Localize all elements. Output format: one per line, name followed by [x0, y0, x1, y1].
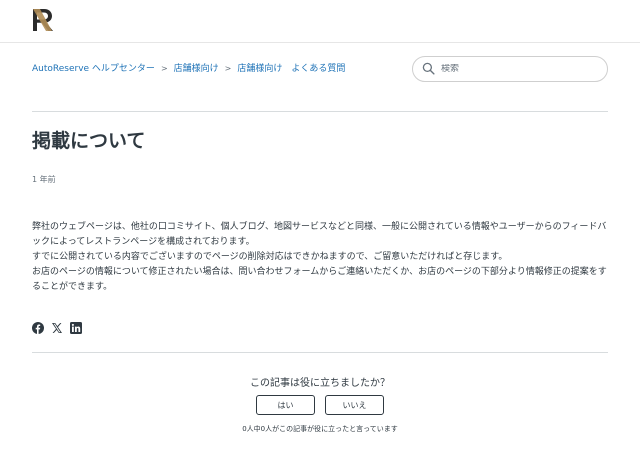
vote-buttons: はい いいえ — [256, 395, 384, 415]
breadcrumb-item-help-center[interactable]: AutoReserve ヘルプセンター — [32, 63, 155, 75]
vote-count: 0人中0人がこの記事が役に立ったと言っています — [242, 425, 398, 433]
article-body: 弊社のウェブページは、他社の口コミサイト、個人ブログ、地図サービスなどと同様、一… — [32, 220, 608, 295]
vote-question: この記事は役に立ちましたか？ — [250, 378, 390, 389]
divider — [32, 352, 608, 353]
x-icon[interactable] — [51, 322, 63, 334]
article-title: 掲載について — [32, 130, 146, 152]
article-paragraph: 弊社のウェブページは、他社の口コミサイト、個人ブログ、地図サービスなどと同様、一… — [32, 222, 607, 247]
search-input[interactable] — [441, 64, 601, 74]
share-links — [32, 322, 82, 334]
search-box[interactable] — [412, 56, 608, 82]
linkedin-icon[interactable] — [70, 322, 82, 334]
breadcrumb-separator: > — [160, 64, 168, 73]
vote-no-button[interactable]: いいえ — [325, 395, 384, 415]
facebook-icon[interactable] — [32, 322, 44, 334]
vote-yes-button[interactable]: はい — [256, 395, 315, 415]
search-icon — [422, 60, 435, 79]
article-paragraph: すでに公開されている内容でございますのでページの削除対応はできかねますので、ご留… — [32, 252, 508, 262]
site-header — [0, 0, 640, 43]
breadcrumb-item-store-faq[interactable]: 店舗様向け よくある質問 — [237, 63, 345, 75]
autoreserve-logo-icon[interactable] — [31, 7, 59, 33]
article-paragraph: お店のページの情報について修正されたい場合は、問い合わせフォームからご連絡いただ… — [32, 267, 607, 292]
breadcrumb-separator: > — [224, 64, 232, 73]
article-timestamp: 1 年前 — [32, 175, 56, 184]
breadcrumb-item-for-stores[interactable]: 店舗様向け — [174, 63, 219, 75]
divider — [32, 111, 608, 112]
breadcrumb: AutoReserve ヘルプセンター > 店舗様向け > 店舗様向け よくある… — [32, 63, 345, 75]
